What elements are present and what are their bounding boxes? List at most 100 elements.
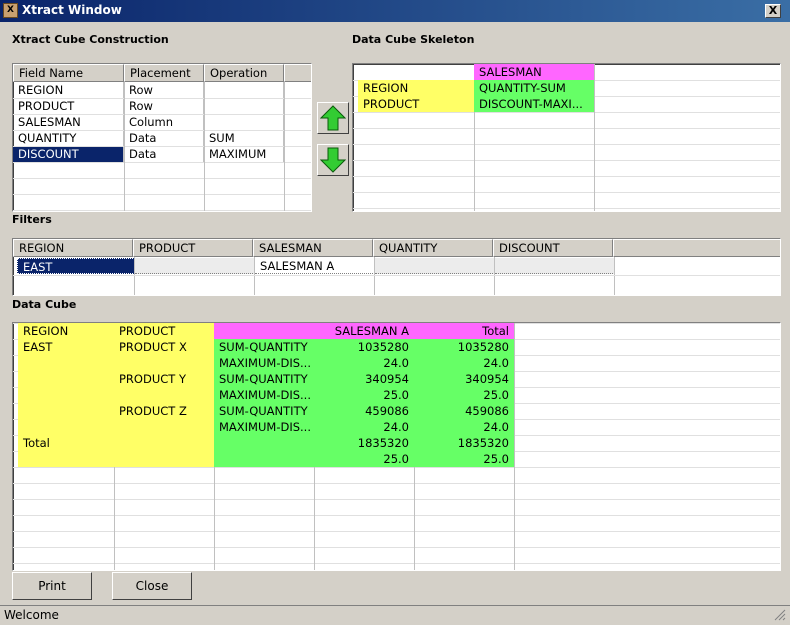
cube-cell[interactable]: [18, 451, 114, 467]
grid-line: [284, 82, 285, 211]
cube-cell[interactable]: [114, 355, 214, 371]
construction-cell[interactable]: Column: [124, 114, 204, 130]
datacube-label: Data Cube: [12, 298, 77, 311]
construction-cell[interactable]: MAXIMUM: [204, 146, 284, 162]
construction-cell[interactable]: Row: [124, 98, 204, 114]
cube-cell[interactable]: [214, 435, 314, 451]
cube-cell[interactable]: 24.0: [314, 355, 414, 371]
cube-cell[interactable]: [18, 387, 114, 403]
cube-cell[interactable]: [18, 371, 114, 387]
skeleton-column-salesman[interactable]: SALESMAN: [474, 64, 594, 80]
cube-header-cell[interactable]: SALESMAN A: [314, 323, 414, 339]
cube-cell[interactable]: 25.0: [414, 387, 514, 403]
skeleton-data-discount[interactable]: DISCOUNT-MAXI...: [474, 96, 594, 112]
cube-cell[interactable]: PRODUCT X: [114, 339, 214, 355]
grid-line: [13, 114, 311, 115]
status-text: Welcome: [4, 608, 59, 622]
cube-cell[interactable]: MAXIMUM-DIS...: [214, 419, 314, 435]
column-header-field-name[interactable]: Field Name: [13, 64, 124, 82]
construction-cell[interactable]: [204, 114, 284, 130]
skeleton-row-product[interactable]: PRODUCT: [358, 96, 474, 112]
construction-cell[interactable]: SUM: [204, 130, 284, 146]
cube-cell[interactable]: 24.0: [414, 355, 514, 371]
grid-line: [204, 82, 205, 211]
construction-cell[interactable]: DISCOUNT: [13, 146, 124, 162]
skeleton-data-quantity[interactable]: QUANTITY-SUM: [474, 80, 594, 96]
grid-line: [13, 467, 780, 468]
cube-header-cell[interactable]: Total: [414, 323, 514, 339]
cube-cell[interactable]: PRODUCT Y: [114, 371, 214, 387]
resize-grip-icon[interactable]: [772, 607, 786, 621]
cube-cell[interactable]: [18, 419, 114, 435]
datacube-table[interactable]: REGION PRODUCT SALESMAN A Total EAST PRODUCT …: [12, 322, 781, 571]
construction-cell[interactable]: Data: [124, 146, 204, 162]
cube-header-cell[interactable]: REGION: [18, 323, 114, 339]
cube-cell[interactable]: [214, 451, 314, 467]
cube-cell[interactable]: [114, 435, 214, 451]
window-close-button[interactable]: X: [765, 4, 781, 18]
cube-cell[interactable]: 340954: [414, 371, 514, 387]
grid-line: [254, 257, 255, 295]
construction-table[interactable]: Field Name Placement Operation REGION Row…: [12, 63, 312, 212]
construction-cell[interactable]: Row: [124, 82, 204, 98]
cube-cell[interactable]: 25.0: [314, 451, 414, 467]
close-button[interactable]: Close: [112, 572, 192, 600]
filter-cell[interactable]: [375, 258, 495, 274]
filter-header-quantity[interactable]: QUANTITY: [373, 239, 493, 257]
skeleton-row-region[interactable]: REGION: [358, 80, 474, 96]
cube-cell[interactable]: 25.0: [314, 387, 414, 403]
cube-cell[interactable]: 459086: [414, 403, 514, 419]
cube-cell[interactable]: SUM-QUANTITY: [214, 403, 314, 419]
cube-cell[interactable]: [18, 355, 114, 371]
filter-cell[interactable]: [135, 258, 255, 274]
cube-cell[interactable]: [114, 419, 214, 435]
move-up-button[interactable]: [317, 102, 349, 134]
cube-cell[interactable]: MAXIMUM-DIS...: [214, 355, 314, 371]
print-button[interactable]: Print: [12, 572, 92, 600]
cube-cell[interactable]: 340954: [314, 371, 414, 387]
construction-cell[interactable]: REGION: [13, 82, 124, 98]
construction-cell[interactable]: PRODUCT: [13, 98, 124, 114]
construction-cell[interactable]: Data: [124, 130, 204, 146]
column-header-operation[interactable]: Operation: [204, 64, 284, 82]
cube-cell[interactable]: EAST: [18, 339, 114, 355]
cube-cell[interactable]: [18, 403, 114, 419]
cube-cell[interactable]: [114, 387, 214, 403]
cube-cell[interactable]: 1835320: [314, 435, 414, 451]
grid-line: [13, 194, 311, 195]
skeleton-label: Data Cube Skeleton: [352, 33, 475, 46]
cube-cell[interactable]: 24.0: [314, 419, 414, 435]
filter-cell[interactable]: EAST: [17, 258, 135, 274]
cube-cell[interactable]: 25.0: [414, 451, 514, 467]
construction-cell[interactable]: [204, 82, 284, 98]
filters-table[interactable]: REGION PRODUCT SALESMAN QUANTITY DISCOUNT EAS…: [12, 238, 781, 296]
cube-cell[interactable]: 1035280: [414, 339, 514, 355]
cube-cell[interactable]: SUM-QUANTITY: [214, 339, 314, 355]
filter-header-region[interactable]: REGION: [13, 239, 133, 257]
cube-cell[interactable]: 459086: [314, 403, 414, 419]
cube-header-cell[interactable]: PRODUCT: [114, 323, 214, 339]
filter-header-discount[interactable]: DISCOUNT: [493, 239, 613, 257]
skeleton-table[interactable]: SALESMAN REGION QUANTITY-SUM PRODUCT DISCOUN…: [352, 63, 781, 212]
cube-cell[interactable]: [114, 451, 214, 467]
grid-line: [13, 275, 780, 276]
move-down-button[interactable]: [317, 144, 349, 176]
grid-line: [134, 257, 135, 295]
filter-cell[interactable]: [495, 258, 615, 274]
column-header-placement[interactable]: Placement: [124, 64, 204, 82]
construction-label: Xtract Cube Construction: [12, 33, 169, 46]
cube-cell[interactable]: MAXIMUM-DIS...: [214, 387, 314, 403]
construction-cell[interactable]: [204, 98, 284, 114]
cube-cell[interactable]: 24.0: [414, 419, 514, 435]
filter-header-product[interactable]: PRODUCT: [133, 239, 253, 257]
cube-cell[interactable]: 1835320: [414, 435, 514, 451]
filter-cell[interactable]: SALESMAN A: [255, 258, 375, 274]
cube-cell[interactable]: 1035280: [314, 339, 414, 355]
cube-cell[interactable]: SUM-QUANTITY: [214, 371, 314, 387]
cube-cell[interactable]: Total: [18, 435, 114, 451]
cube-cell[interactable]: PRODUCT Z: [114, 403, 214, 419]
construction-cell[interactable]: QUANTITY: [13, 130, 124, 146]
construction-cell[interactable]: SALESMAN: [13, 114, 124, 130]
filter-header-salesman[interactable]: SALESMAN: [253, 239, 373, 257]
cube-header-cell[interactable]: [214, 323, 314, 339]
